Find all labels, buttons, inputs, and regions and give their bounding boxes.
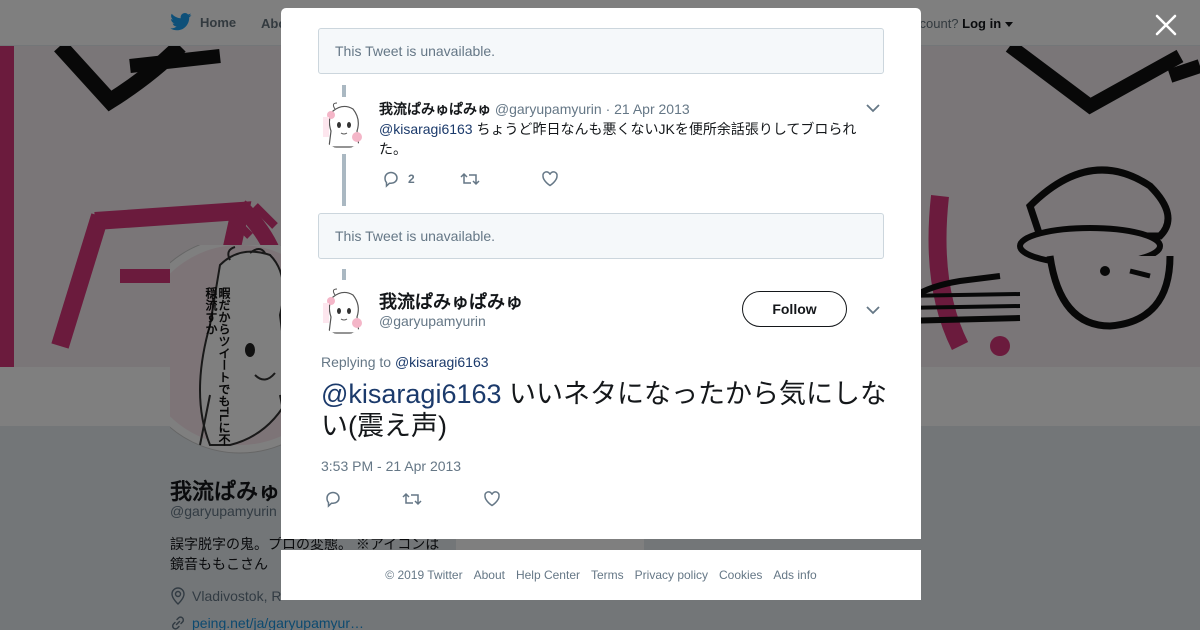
like-action-button[interactable]	[483, 490, 501, 508]
reply-avatar[interactable]	[319, 101, 367, 149]
footer-link-ads-info[interactable]: Ads info	[773, 568, 816, 582]
close-icon	[1155, 14, 1177, 36]
reply-action-button[interactable]	[324, 490, 342, 508]
close-modal-button[interactable]	[1153, 12, 1179, 38]
avatar-image	[319, 287, 367, 335]
main-timestamp[interactable]: 3:53 PM - 21 Apr 2013	[321, 458, 461, 474]
retweet-icon	[460, 172, 480, 186]
retweet-action-button[interactable]	[460, 170, 488, 188]
reply-more-menu[interactable]	[865, 100, 881, 116]
reply-mention-link[interactable]: @kisaragi6163	[379, 121, 473, 137]
reply-tweet-text: @kisaragi6163 ちょうど昨日なんも悪くないJKを便所余話張りしてブロ…	[379, 119, 869, 159]
reply-icon	[326, 491, 340, 508]
thread-connector	[342, 154, 346, 206]
chevron-down-icon	[866, 306, 880, 315]
unavailable-tweet-notice: This Tweet is unavailable.	[318, 213, 884, 259]
footer-link-cookies[interactable]: Cookies	[719, 568, 762, 582]
tweet-modal: This Tweet is unavailable. 我流ぱみゅぱみゅ @gar…	[281, 8, 921, 539]
reply-author-name[interactable]: 我流ぱみゅぱみゅ	[379, 101, 491, 117]
replying-to-line: Replying to @kisaragi6163	[321, 354, 489, 370]
chevron-down-icon	[866, 104, 880, 113]
heart-icon	[542, 171, 558, 187]
reply-author-handle[interactable]: @garyupamyurin	[495, 101, 602, 117]
reply-tweet-header: 我流ぱみゅぱみゅ @garyupamyurin · 21 Apr 2013	[379, 99, 690, 119]
footer-link-about[interactable]: About	[474, 568, 505, 582]
reply-action-button[interactable]: 2	[382, 170, 415, 188]
avatar-image	[319, 101, 367, 149]
heart-icon	[484, 491, 500, 507]
replying-to-link[interactable]: @kisaragi6163	[395, 354, 489, 370]
footer-link-privacy-policy[interactable]: Privacy policy	[635, 568, 708, 582]
main-author-handle[interactable]: @garyupamyurin	[379, 313, 486, 329]
retweet-action-button[interactable]	[402, 490, 422, 508]
footer-link-terms[interactable]: Terms	[591, 568, 624, 582]
thread-connector	[342, 269, 346, 280]
unavailable-tweet-notice: This Tweet is unavailable.	[318, 28, 884, 74]
main-tweet-text: @kisaragi6163 いいネタになったから気にしない(震え声)	[321, 378, 891, 442]
reply-date[interactable]: · 21 Apr 2013	[606, 101, 690, 117]
modal-footer: © 2019 Twitter About Help Center Terms P…	[281, 550, 921, 600]
main-author-name[interactable]: 我流ぱみゅぱみゅ	[379, 288, 523, 314]
follow-button[interactable]: Follow	[742, 291, 847, 327]
replying-to-prefix: Replying to	[321, 354, 395, 370]
main-mention-link[interactable]: @kisaragi6163	[321, 379, 502, 409]
main-avatar[interactable]	[319, 287, 367, 335]
main-more-menu[interactable]	[865, 302, 881, 318]
reply-count: 2	[408, 172, 415, 186]
thread-connector	[342, 85, 346, 97]
footer-link-help-center[interactable]: Help Center	[516, 568, 580, 582]
retweet-icon	[402, 492, 422, 506]
footer-copyright: © 2019 Twitter	[385, 568, 463, 582]
reply-icon	[384, 171, 398, 188]
like-action-button[interactable]	[541, 170, 567, 188]
